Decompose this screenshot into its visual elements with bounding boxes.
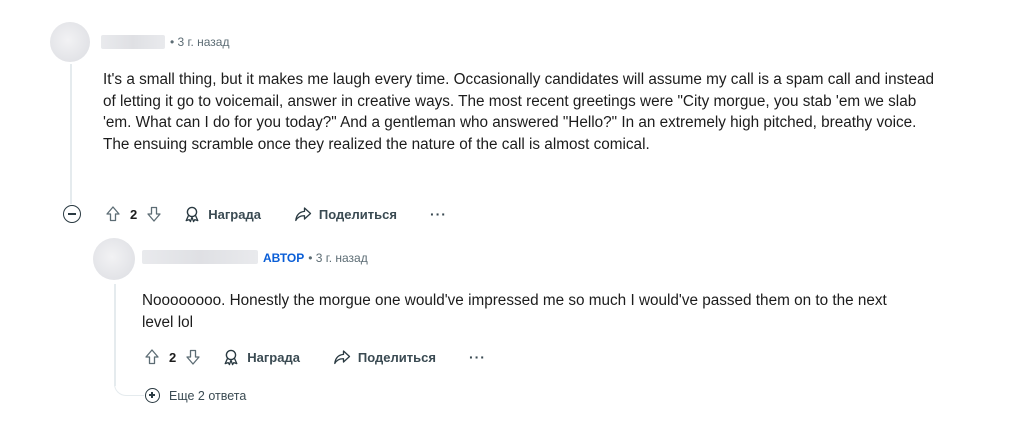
- thread-branch-curve: [114, 372, 144, 396]
- share-arrow-icon: [333, 348, 351, 366]
- more-options-button[interactable]: ···: [430, 206, 447, 222]
- meta-separator: •: [170, 35, 175, 49]
- comment-action-bar: 2 Награда Поделиться ···: [104, 202, 447, 226]
- award-ribbon-icon: [183, 205, 201, 223]
- thread-line-main: [70, 64, 72, 204]
- comment-body: It's a small thing, but it makes me laug…: [103, 71, 935, 153]
- more-replies-button[interactable]: Еще 2 ответа: [145, 388, 246, 403]
- plus-circle-icon: [145, 388, 160, 403]
- author-badge: АВТОР: [263, 251, 305, 265]
- more-options-button[interactable]: ···: [469, 349, 486, 365]
- more-replies-label: Еще 2 ответа: [169, 388, 247, 403]
- comment-timestamp[interactable]: 3 г. назад: [316, 251, 368, 265]
- award-label: Награда: [247, 349, 300, 365]
- avatar[interactable]: [50, 22, 90, 62]
- username-redacted[interactable]: [101, 35, 165, 49]
- arrow-up-outline-icon[interactable]: [104, 205, 122, 223]
- vote-count: 2: [130, 206, 138, 222]
- arrow-up-outline-icon[interactable]: [143, 348, 161, 366]
- comment-meta: • 3 г. назад: [170, 35, 229, 49]
- collapse-thread-button[interactable]: [63, 205, 81, 223]
- comment-timestamp[interactable]: 3 г. назад: [178, 35, 230, 49]
- username-redacted[interactable]: [142, 250, 258, 264]
- award-button[interactable]: Награда: [222, 348, 300, 366]
- thread-line-reply: [114, 284, 116, 386]
- vote-count: 2: [169, 349, 177, 365]
- share-button[interactable]: Поделиться: [294, 205, 397, 223]
- award-button[interactable]: Награда: [183, 205, 261, 223]
- arrow-down-outline-icon[interactable]: [184, 348, 202, 366]
- share-label: Поделиться: [357, 349, 436, 365]
- share-button[interactable]: Поделиться: [333, 348, 436, 366]
- award-ribbon-icon: [222, 348, 240, 366]
- meta-separator: •: [308, 251, 313, 265]
- award-label: Награда: [208, 206, 261, 222]
- comment-meta: АВТОР • 3 г. назад: [263, 251, 368, 265]
- avatar[interactable]: [93, 238, 135, 280]
- share-label: Поделиться: [318, 206, 397, 222]
- comment-body: Noooooooo. Honestly the morgue one would…: [142, 292, 887, 331]
- share-arrow-icon: [294, 205, 312, 223]
- comment-action-bar: 2 Награда Поделиться ···: [143, 345, 486, 369]
- arrow-down-outline-icon[interactable]: [145, 205, 163, 223]
